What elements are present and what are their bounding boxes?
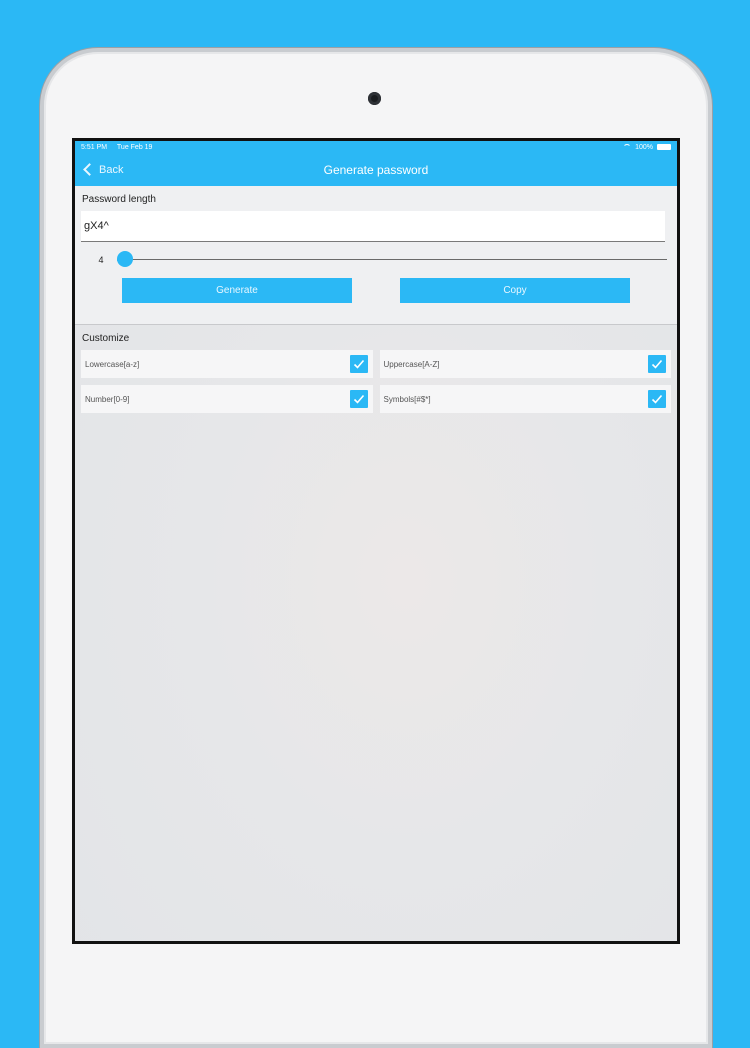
customize-heading: Customize	[82, 333, 130, 344]
status-right: 100%	[623, 144, 671, 151]
generate-button[interactable]: Generate	[122, 278, 352, 303]
copy-button[interactable]: Copy	[400, 278, 630, 303]
option-uppercase[interactable]: Uppercase[A-Z]	[379, 350, 671, 378]
page-title: Generate password	[323, 162, 429, 177]
option-label: Number[0-9]	[85, 394, 130, 404]
option-label: Symbols[#$*]	[383, 394, 431, 404]
battery-percent: 100%	[635, 143, 653, 151]
battery-icon	[657, 144, 671, 150]
tablet-screen: 5:51 PM Tue Feb 19 100% Back Generate pa…	[72, 138, 680, 944]
password-length-heading: Password length	[82, 194, 156, 205]
option-lowercase[interactable]: Lowercase[a-z]	[81, 350, 373, 378]
wifi-icon	[623, 144, 632, 150]
status-time: 5:51 PM	[81, 143, 108, 151]
chevron-left-icon	[83, 163, 96, 176]
option-number[interactable]: Number[0-9]	[81, 385, 373, 413]
navigation-bar: Back Generate password	[75, 153, 677, 186]
status-date: Tue Feb 19	[116, 143, 153, 151]
front-camera	[368, 92, 381, 105]
back-button[interactable]: Back	[83, 153, 123, 186]
checkbox-checked-icon[interactable]	[648, 355, 666, 373]
action-buttons: Generate Copy	[81, 278, 671, 324]
length-value: 4	[98, 255, 104, 265]
checkbox-checked-icon[interactable]	[648, 390, 666, 408]
options-grid: Lowercase[a-z] Uppercase[A-Z] Number[0-9…	[81, 350, 671, 413]
status-left: 5:51 PM Tue Feb 19	[81, 144, 160, 151]
checkbox-checked-icon[interactable]	[349, 390, 368, 408]
customize-section: Customize Lowercase[a-z] Uppercase[A-Z] …	[75, 325, 677, 413]
app-screen: 5:51 PM Tue Feb 19 100% Back Generate pa…	[75, 141, 677, 941]
password-field[interactable]: gX4^	[81, 211, 665, 242]
option-label: Lowercase[a-z]	[85, 359, 140, 369]
slider-track	[117, 259, 667, 260]
option-symbols[interactable]: Symbols[#$*]	[379, 385, 671, 413]
slider-thumb[interactable]	[117, 251, 133, 267]
option-label: Uppercase[A-Z]	[383, 359, 440, 369]
back-label: Back	[99, 163, 124, 176]
checkbox-checked-icon[interactable]	[349, 355, 368, 373]
length-slider-row: 4	[81, 242, 671, 278]
status-bar: 5:51 PM Tue Feb 19 100%	[75, 141, 677, 153]
password-section: Password length gX4^ 4 Generate Copy	[75, 186, 677, 324]
length-slider[interactable]	[117, 251, 667, 269]
